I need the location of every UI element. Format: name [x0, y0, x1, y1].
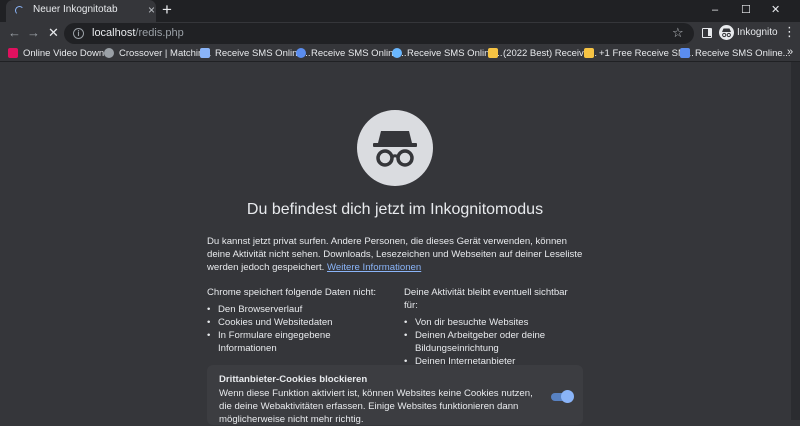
- bookmark-item[interactable]: Online Video Down...: [8, 46, 112, 60]
- bookmark-favicon-icon: [104, 48, 114, 58]
- bookmark-item[interactable]: +1 Free Receive SM...: [584, 46, 694, 60]
- third-party-cookies-card: Drittanbieter-Cookies blockieren Wenn di…: [207, 365, 583, 425]
- bookmark-favicon-icon: [8, 48, 18, 58]
- not-saved-section: Chrome speichert folgende Daten nicht: D…: [207, 286, 387, 355]
- bookmark-item[interactable]: Receive SMS Online...: [296, 46, 407, 60]
- visible-to-section: Deine Aktivität bleibt eventuell sichtba…: [404, 286, 584, 368]
- learn-more-link[interactable]: Weitere Informationen: [327, 262, 421, 273]
- cookie-card-description: Wenn diese Funktion aktiviert ist, könne…: [219, 388, 533, 425]
- url-path: /redis.php: [135, 27, 184, 39]
- toolbar: ← → ✕ i localhost/redis.php ☆ Inkognito …: [0, 22, 800, 44]
- intro-text: Du kannst jetzt privat surfen. Andere Pe…: [207, 235, 583, 274]
- close-window-icon[interactable]: ✕: [771, 2, 780, 18]
- bookmark-favicon-icon: [488, 48, 498, 58]
- bookmark-favicon-icon: [680, 48, 690, 58]
- stop-icon[interactable]: ✕: [48, 24, 59, 42]
- cookie-card-title: Drittanbieter-Cookies blockieren: [219, 374, 368, 385]
- minimize-icon[interactable]: –: [712, 2, 718, 18]
- list-item: In Formulare eingegebene Informationen: [207, 329, 387, 355]
- back-icon[interactable]: ←: [8, 24, 21, 42]
- bookmark-item[interactable]: Receive SMS Online...: [392, 46, 503, 60]
- list-item: Von dir besuchte Websites: [404, 316, 584, 329]
- list-item: Deinen Arbeitgeber oder deine Bildungsei…: [404, 329, 584, 355]
- bookmark-item[interactable]: Receive SMS Online...: [200, 46, 311, 60]
- bookmark-star-icon[interactable]: ☆: [672, 25, 684, 41]
- maximize-icon[interactable]: ☐: [741, 2, 751, 18]
- incognito-avatar-icon: [719, 25, 734, 40]
- bookmark-item[interactable]: Crossover | Matchin...: [104, 46, 211, 60]
- toggle-knob: [561, 390, 574, 403]
- url-text[interactable]: localhost/redis.php: [92, 27, 184, 39]
- page-title: Du befindest dich jetzt im Inkognitomodu…: [246, 201, 544, 218]
- incognito-label: Inkognito: [737, 27, 778, 38]
- bookmark-favicon-icon: [200, 48, 210, 58]
- site-info-icon[interactable]: i: [73, 28, 84, 39]
- tab-strip: Neuer Inkognitotab × + – ☐ ✕: [0, 0, 800, 22]
- visible-to-title: Deine Aktivität bleibt eventuell sichtba…: [404, 287, 568, 311]
- list-item: Cookies und Websitedaten: [207, 316, 387, 329]
- bookmarks-bar: Online Video Down... Crossover | Matchin…: [0, 44, 800, 62]
- tab-incognito[interactable]: Neuer Inkognitotab ×: [6, 0, 156, 22]
- bookmarks-overflow-icon[interactable]: »: [787, 46, 793, 58]
- tab-title: Neuer Inkognitotab: [33, 4, 118, 15]
- scrollbar[interactable]: [791, 62, 800, 420]
- address-bar[interactable]: i localhost/redis.php ☆: [64, 23, 694, 44]
- list-item: Den Browserverlauf: [207, 303, 387, 316]
- bookmark-favicon-icon: [392, 48, 402, 58]
- incognito-profile-button[interactable]: Inkognito: [716, 23, 778, 43]
- bookmark-favicon-icon: [584, 48, 594, 58]
- loading-spinner-icon: [15, 6, 24, 15]
- forward-icon[interactable]: →: [27, 24, 40, 42]
- menu-icon[interactable]: ⋮: [783, 25, 796, 39]
- block-cookies-toggle[interactable]: [551, 390, 574, 403]
- tab-close-icon[interactable]: ×: [148, 3, 155, 17]
- side-panel-icon[interactable]: [702, 28, 712, 38]
- url-host: localhost: [92, 27, 136, 39]
- new-tab-button[interactable]: +: [162, 1, 172, 19]
- bookmark-item[interactable]: Receive SMS Online...: [680, 46, 791, 60]
- incognito-spy-icon: [357, 110, 433, 186]
- bookmark-item[interactable]: (2022 Best) Receive...: [488, 46, 597, 60]
- not-saved-title: Chrome speichert folgende Daten nicht:: [207, 287, 377, 298]
- bookmark-favicon-icon: [296, 48, 306, 58]
